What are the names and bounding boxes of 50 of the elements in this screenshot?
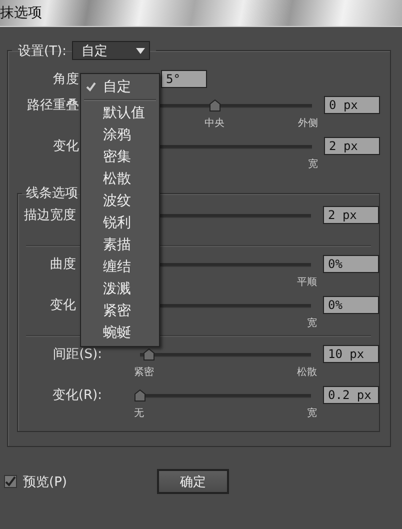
value-field[interactable]: 0% — [323, 255, 379, 273]
menu-item[interactable]: 自定 — [81, 76, 159, 98]
settings-label: 设置(T): — [18, 42, 66, 60]
menu-item[interactable]: 泼溅 — [81, 278, 159, 300]
slider-label: 描边宽度 — [23, 207, 76, 225]
menu-item[interactable]: 蜿蜒 — [81, 322, 159, 344]
slider-label: 曲度 — [49, 256, 76, 274]
menu-item[interactable]: 锐利 — [81, 212, 159, 234]
value-field[interactable]: 0.2 px — [323, 386, 379, 404]
group-title: 线条选项 — [25, 185, 79, 202]
slider-max-label: 宽 — [308, 158, 318, 171]
slider-min-label: 无 — [134, 407, 144, 420]
value-field[interactable]: 10 px — [323, 345, 379, 363]
dropdown-arrow-icon — [136, 48, 146, 54]
slider-label: 路径重叠 — [26, 97, 79, 115]
checkmark-icon — [86, 82, 96, 92]
window-title: 抹选项 — [0, 4, 42, 22]
value-field[interactable]: 2 px — [324, 137, 380, 155]
menu-item[interactable]: 缠结 — [81, 256, 159, 278]
menu-item[interactable]: 松散 — [81, 168, 159, 190]
menu-item[interactable]: 密集 — [81, 146, 159, 168]
slider-label: 变化 — [49, 297, 76, 315]
slider-min-label: 紧密 — [134, 366, 154, 379]
slider-max-label: 宽 — [307, 406, 317, 420]
value-field[interactable]: 2 px — [323, 206, 379, 224]
slider-max-label: 平顺 — [297, 276, 317, 289]
slider-label: 变化(R): — [51, 387, 102, 405]
menu-item[interactable]: 紧密 — [81, 300, 159, 322]
slider-label: 变化 — [52, 138, 79, 156]
value-field[interactable]: 0% — [323, 296, 379, 314]
slider-thumb[interactable] — [142, 348, 155, 361]
checkbox-label: 预览(P) — [23, 474, 67, 490]
slider-mid-label: 中央 — [204, 116, 224, 130]
ok-button[interactable]: 确定 — [156, 469, 229, 494]
slider-max-label: 外侧 — [298, 117, 318, 130]
slider-label: 间距(S): — [52, 346, 102, 364]
menu-item[interactable]: 涂鸦 — [81, 124, 159, 146]
field-label: 角度 — [52, 71, 79, 89]
preview-checkbox[interactable]: 预览(P) — [4, 472, 67, 490]
preset-dropdown[interactable]: 自定 — [72, 41, 150, 60]
slider-thumb[interactable] — [208, 99, 220, 112]
slider-max-label: 松散 — [297, 366, 317, 379]
slider-max-label: 宽 — [307, 316, 317, 330]
menu-item[interactable]: 素描 — [81, 234, 159, 256]
angle-field[interactable]: 5° — [161, 70, 207, 88]
checkbox-box[interactable] — [4, 475, 17, 488]
slider-thumb[interactable] — [134, 389, 146, 402]
menu-item[interactable]: 波纹 — [81, 190, 159, 212]
value-field[interactable]: 0 px — [324, 96, 380, 114]
menu-item[interactable]: 默认值 — [81, 102, 159, 124]
